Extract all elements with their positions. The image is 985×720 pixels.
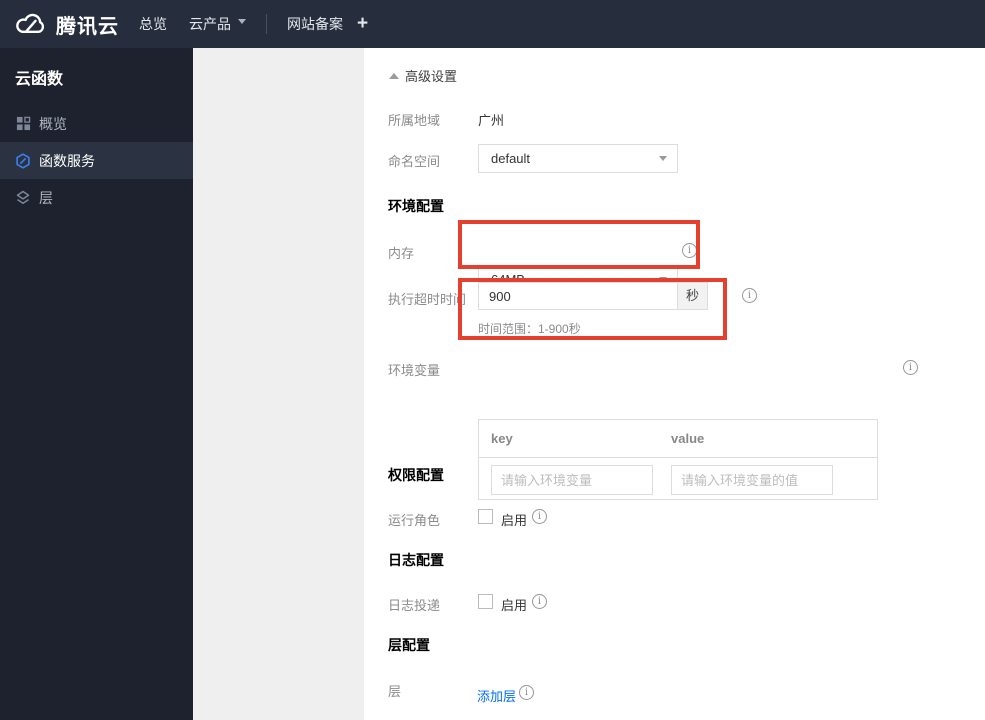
grid-icon <box>15 116 31 132</box>
sidebar-item-label: 函数服务 <box>39 152 95 169</box>
log-section-title: 日志配置 <box>388 552 444 568</box>
sidebar-item-label: 层 <box>39 189 53 206</box>
sidebar: 云函数 概览 函数服务 层 <box>0 48 193 720</box>
nav-add-tab-button[interactable]: + <box>357 0 368 48</box>
advanced-settings-toggle[interactable]: 高级设置 <box>389 66 457 85</box>
log-delivery-info-icon[interactable]: i <box>532 594 547 609</box>
env-vars-label: 环境变量 <box>388 363 441 378</box>
nav-item-cloud-products[interactable]: 云产品 <box>189 0 246 48</box>
hexagon-function-icon <box>15 152 31 169</box>
table-divider <box>479 457 877 458</box>
region-value: 广州 <box>478 113 505 128</box>
cloud-logo-icon <box>14 12 47 37</box>
layer-label: 层 <box>388 684 402 699</box>
namespace-label: 命名空间 <box>388 154 441 169</box>
env-config-section-title: 环境配置 <box>388 198 444 214</box>
memory-label: 内存 <box>388 246 415 261</box>
run-role-enable-label[interactable]: 启用 <box>501 510 527 529</box>
nav-item-label: 网站备案 <box>287 16 343 32</box>
log-delivery-enable-checkbox[interactable] <box>478 594 493 609</box>
function-config-form: 高级设置 所属地域 广州 命名空间 default 环境配置 内存 64MB i… <box>364 48 985 720</box>
run-role-enable-checkbox[interactable] <box>478 509 493 524</box>
collapse-triangle-icon <box>389 68 399 79</box>
navbar-divider <box>266 14 267 34</box>
namespace-select[interactable]: default <box>478 144 678 173</box>
sidebar-item-label: 概览 <box>39 115 67 132</box>
nav-item-label: 总览 <box>139 16 167 32</box>
sidebar-item-layers[interactable]: 层 <box>0 179 193 216</box>
sidebar-item-overview[interactable]: 概览 <box>0 105 193 142</box>
tencent-cloud-logo[interactable]: 腾讯云 <box>14 0 119 48</box>
layer-section-title: 层配置 <box>388 637 430 653</box>
logo-text: 腾讯云 <box>56 15 119 38</box>
sidebar-title: 云函数 <box>15 71 64 88</box>
run-role-label: 运行角色 <box>388 513 441 528</box>
env-key-input[interactable] <box>491 465 653 495</box>
env-vars-info-icon[interactable]: i <box>903 360 918 375</box>
env-value-input[interactable] <box>671 465 833 495</box>
add-layer-info-icon[interactable]: i <box>519 685 534 700</box>
secondary-panel <box>193 48 364 720</box>
layers-icon <box>15 190 31 206</box>
log-delivery-label: 日志投递 <box>388 598 441 613</box>
chevron-down-icon <box>659 156 667 165</box>
plus-icon: + <box>357 13 369 34</box>
tencent-cloud-console: 腾讯云 总览 云产品 网站备案 + 云函数 概览 函数服务 层 高级设置 所属地… <box>0 0 985 720</box>
timeout-range-hint: 时间范围：1-900秒 <box>478 322 581 336</box>
sidebar-item-function-service[interactable]: 函数服务 <box>0 142 193 179</box>
region-label: 所属地域 <box>388 113 441 128</box>
nav-item-icp-filing[interactable]: 网站备案 <box>287 0 343 48</box>
add-layer-link[interactable]: 添加层 <box>477 686 516 705</box>
namespace-selected-value: default <box>491 151 531 166</box>
top-navbar: 腾讯云 总览 云产品 网站备案 + <box>0 0 985 48</box>
nav-item-label: 云产品 <box>189 16 231 32</box>
env-vars-table: key value <box>478 419 878 500</box>
highlight-box-memory <box>458 220 700 269</box>
nav-item-overview[interactable]: 总览 <box>139 0 167 48</box>
timeout-input[interactable] <box>478 282 678 310</box>
chevron-down-icon <box>238 19 246 28</box>
run-role-info-icon[interactable]: i <box>532 509 547 524</box>
timeout-info-icon[interactable]: i <box>742 288 757 303</box>
advanced-settings-label: 高级设置 <box>405 69 458 84</box>
log-delivery-enable-label[interactable]: 启用 <box>501 595 527 614</box>
env-value-header: value <box>671 431 705 446</box>
perm-section-title: 权限配置 <box>388 467 444 483</box>
timeout-unit-suffix: 秒 <box>678 282 708 310</box>
memory-info-icon[interactable]: i <box>682 243 697 258</box>
env-key-header: key <box>491 431 513 446</box>
timeout-label: 执行超时时间 <box>388 292 467 307</box>
